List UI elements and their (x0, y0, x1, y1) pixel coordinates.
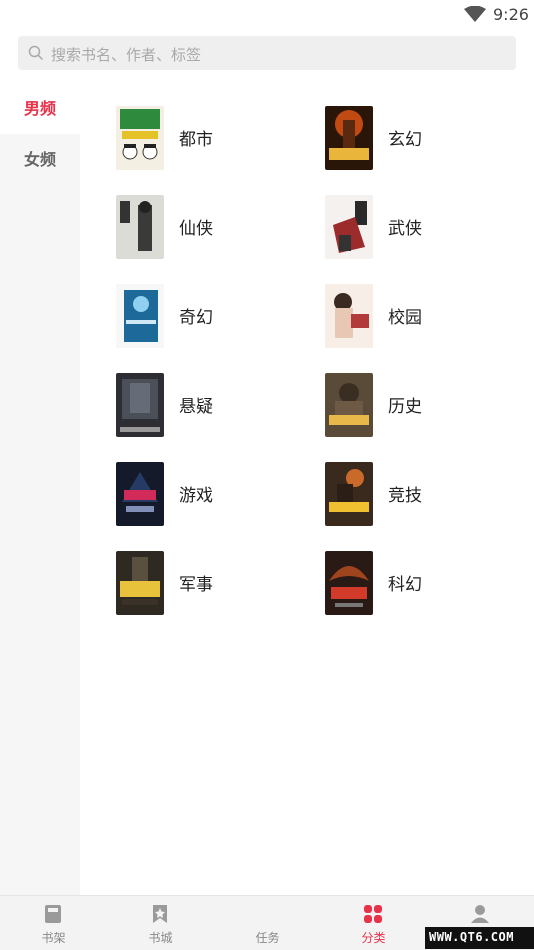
category-label: 奇幻 (179, 308, 213, 328)
tab-label: 书架 (41, 931, 66, 945)
sidebar-item-male[interactable]: 男频 (0, 83, 80, 134)
category-item-dushi[interactable]: 都市 (116, 106, 316, 170)
user-icon (471, 905, 489, 923)
book-cover (325, 106, 373, 170)
status-time: 9:26 (493, 5, 529, 24)
tab-bookstore[interactable]: 书城 (107, 896, 214, 950)
category-item-junshi[interactable]: 军事 (116, 551, 316, 615)
book-cover (116, 462, 164, 526)
category-label: 武侠 (388, 219, 422, 239)
sidebar-item-female[interactable]: 女频 (0, 134, 80, 185)
category-item-youxi[interactable]: 游戏 (116, 462, 316, 526)
tab-label: 任务 (255, 931, 280, 945)
book-cover (116, 373, 164, 437)
book-cover (116, 195, 164, 259)
watermark-text: WWW.QT6.COM (429, 930, 514, 944)
book-cover (325, 284, 373, 348)
category-label: 都市 (179, 130, 213, 150)
tab-tasks[interactable]: 任务 (214, 896, 321, 950)
category-item-jingji[interactable]: 竞技 (325, 462, 525, 526)
gender-sidebar: 男频 女频 (0, 83, 80, 895)
category-label: 游戏 (179, 486, 213, 506)
status-bar: 9:26 (0, 0, 534, 30)
search-icon (28, 45, 44, 61)
category-label: 军事 (179, 575, 213, 595)
category-label: 校园 (388, 308, 422, 328)
book-cover (325, 551, 373, 615)
grid-icon (364, 905, 382, 923)
category-item-xianxia[interactable]: 仙侠 (116, 195, 316, 259)
category-item-xiaoyuan[interactable]: 校园 (325, 284, 525, 348)
tab-bookshelf[interactable]: 书架 (0, 896, 107, 950)
category-label: 仙侠 (179, 219, 213, 239)
category-item-kehuan[interactable]: 科幻 (325, 551, 525, 615)
category-item-xuanhuan[interactable]: 玄幻 (325, 106, 525, 170)
book-cover (116, 106, 164, 170)
tab-label: 分类 (361, 931, 386, 945)
bookshelf-icon (45, 905, 61, 923)
category-label: 竞技 (388, 486, 422, 506)
category-item-wuxia[interactable]: 武侠 (325, 195, 525, 259)
category-label: 科幻 (388, 575, 422, 595)
book-cover (325, 462, 373, 526)
bookmark-icon (153, 905, 167, 923)
book-cover (116, 284, 164, 348)
book-cover (325, 373, 373, 437)
category-item-xuanyi[interactable]: 悬疑 (116, 373, 316, 437)
book-cover (325, 195, 373, 259)
tab-label: 书城 (148, 931, 173, 945)
tab-category[interactable]: 分类 (320, 896, 427, 950)
book-cover (116, 551, 164, 615)
category-label: 历史 (388, 397, 422, 417)
category-label: 玄幻 (388, 130, 422, 150)
search-bar[interactable]: 搜索书名、作者、标签 (18, 36, 516, 70)
category-label: 悬疑 (179, 397, 213, 417)
category-grid: 都市 玄幻 仙侠 武侠 奇幻 校园 悬疑 历史 游戏 竞技 军事 科幻 (80, 83, 534, 895)
watermark: WWW.QT6.COM (425, 927, 534, 949)
category-item-lishi[interactable]: 历史 (325, 373, 525, 437)
category-item-qihuan[interactable]: 奇幻 (116, 284, 316, 348)
search-placeholder[interactable]: 搜索书名、作者、标签 (51, 44, 201, 65)
wifi-icon (464, 6, 486, 22)
